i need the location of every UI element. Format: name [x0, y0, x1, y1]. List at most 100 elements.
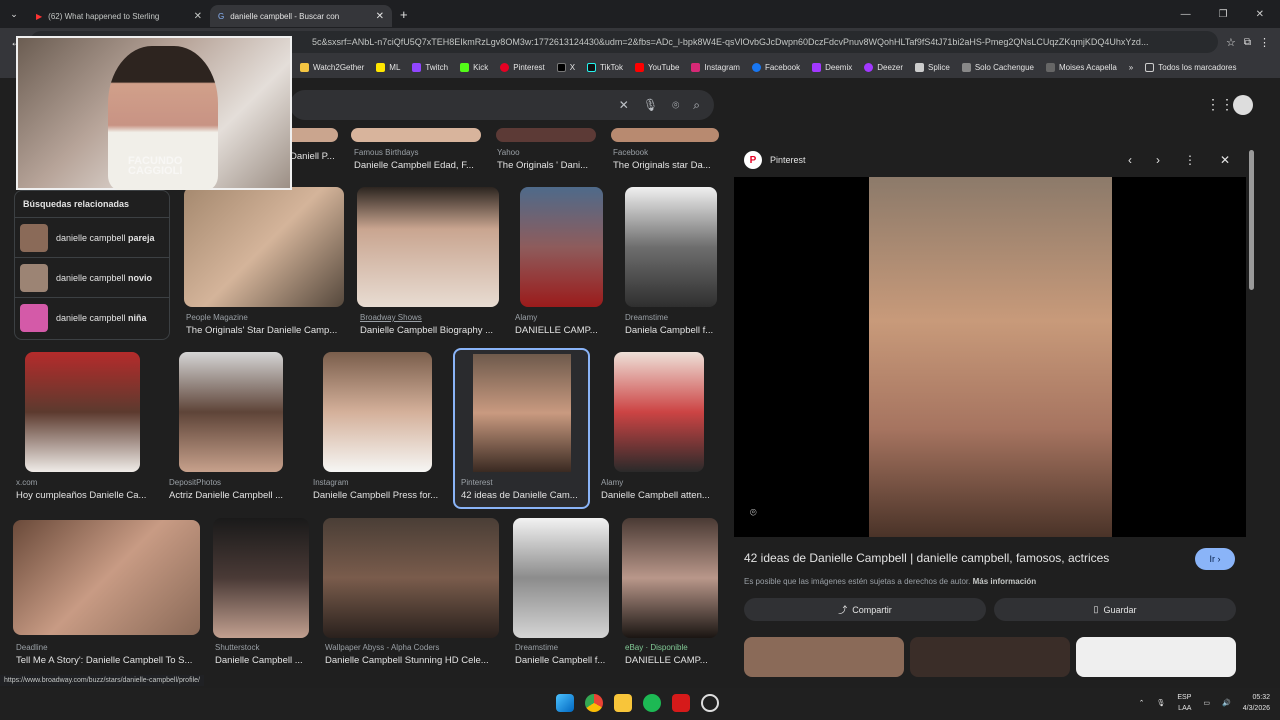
related-image[interactable]	[1076, 637, 1236, 677]
preview-image[interactable]: ⌾	[734, 177, 1246, 537]
result-caption[interactable]: Facebook The Originals star Da...	[613, 148, 711, 171]
result-caption[interactable]: Pinterest 42 ideas de Danielle Cam...	[461, 478, 578, 501]
extensions-icon[interactable]: ⧉	[1244, 37, 1251, 48]
clock[interactable]: 05:32 4/3/2026	[1243, 692, 1270, 714]
close-icon[interactable]: ✕	[376, 11, 384, 22]
result-caption[interactable]: Alamy DANIELLE CAMP...	[515, 313, 598, 336]
result-caption[interactable]: DepositPhotos Actriz Danielle Campbell ..…	[169, 478, 283, 501]
preview-title[interactable]: 42 ideas de Danielle Campbell | danielle…	[744, 551, 1109, 565]
save-button[interactable]: ▯ Guardar	[994, 598, 1236, 621]
previous-icon[interactable]: ‹	[1128, 153, 1132, 167]
scrollbar[interactable]	[1249, 140, 1255, 680]
apps-icon[interactable]: ⋮⋮	[1206, 96, 1234, 113]
file-explorer-icon[interactable]	[614, 694, 632, 712]
bookmark-moises[interactable]: Moises Acapella	[1045, 62, 1117, 72]
bookmark-pinterest[interactable]: Pinterest	[500, 62, 545, 72]
bookmarks-overflow[interactable]: »	[1129, 63, 1133, 72]
result-caption[interactable]: Yahoo The Originals ' Dani...	[497, 148, 588, 171]
related-search-item[interactable]: danielle campbell novio	[15, 257, 169, 297]
result-image[interactable]	[213, 518, 309, 638]
all-bookmarks[interactable]: Todos los marcadores	[1145, 62, 1237, 72]
microphone-icon[interactable]: 🎙	[1157, 699, 1166, 707]
search-icon[interactable]: ⌕	[693, 98, 700, 113]
more-options-icon[interactable]: ⋮	[1184, 153, 1196, 167]
result-image[interactable]	[323, 518, 499, 638]
more-info-link[interactable]: Más información	[973, 577, 1037, 586]
language-indicator[interactable]: ESP LAA	[1177, 692, 1191, 714]
result-caption[interactable]: Wallpaper Abyss - Alpha Coders Danielle C…	[325, 643, 489, 666]
bookmark-x[interactable]: X	[556, 62, 575, 72]
close-window-button[interactable]: ✕	[1256, 9, 1264, 20]
result-caption[interactable]: eBay · Disponible DANIELLE CAMP...	[625, 643, 708, 666]
windows-start-icon[interactable]	[556, 694, 574, 712]
bookmark-tiktok[interactable]: TikTok	[587, 62, 623, 72]
new-tab-button[interactable]: +	[400, 7, 408, 22]
result-caption[interactable]: Instagram Danielle Campbell Press for...	[313, 478, 438, 501]
result-image[interactable]	[520, 187, 603, 307]
mic-icon[interactable]: 🎙	[643, 98, 658, 112]
volume-icon[interactable]: 🔊	[1222, 699, 1231, 707]
lens-icon[interactable]: ⌾	[672, 98, 679, 113]
bookmark-twitch[interactable]: Twitch	[412, 62, 448, 72]
result-image[interactable]	[13, 520, 200, 635]
next-icon[interactable]: ›	[1156, 153, 1160, 167]
search-input[interactable]: ✕ 🎙 ⌾ ⌕	[290, 90, 714, 120]
chevron-up-icon[interactable]: ⌃	[1139, 699, 1145, 707]
visit-button[interactable]: Ir ›	[1195, 548, 1235, 570]
maximize-button[interactable]: ❐	[1219, 9, 1228, 20]
result-image[interactable]	[496, 128, 596, 142]
result-image[interactable]	[351, 128, 481, 142]
bookmark-youtube[interactable]: YouTube	[634, 62, 679, 72]
result-image[interactable]	[625, 187, 717, 307]
bookmark-watch2gether[interactable]: Watch2Gether	[300, 62, 364, 72]
chrome-icon[interactable]	[585, 694, 603, 712]
bookmark-deezer[interactable]: Deezer	[864, 62, 903, 72]
result-caption[interactable]: x.com Hoy cumpleaños Danielle Ca...	[16, 478, 146, 501]
menu-icon[interactable]: ⋮	[1259, 36, 1270, 49]
related-image[interactable]	[910, 637, 1070, 677]
result-caption[interactable]: Dreamstime Daniela Campbell f...	[625, 313, 713, 336]
result-image[interactable]	[513, 518, 609, 638]
bookmark-kick[interactable]: Kick	[460, 62, 488, 72]
bookmark-splice[interactable]: Splice	[915, 62, 950, 72]
related-image[interactable]	[744, 637, 904, 677]
bookmark-instagram[interactable]: Instagram	[691, 62, 740, 72]
bookmark-ml[interactable]: ML	[376, 62, 400, 72]
result-caption[interactable]: Dreamstime Danielle Campbell f...	[515, 643, 605, 666]
related-search-item[interactable]: danielle campbell pareja	[15, 217, 169, 257]
result-image[interactable]	[184, 187, 344, 307]
result-caption[interactable]: Broadway Shows Danielle Campbell Biograph…	[360, 313, 493, 336]
lens-search-icon[interactable]: ⌾	[750, 507, 757, 520]
clear-icon[interactable]: ✕	[619, 98, 629, 112]
app-icon[interactable]	[672, 694, 690, 712]
star-icon[interactable]: ☆	[1226, 36, 1236, 49]
share-button[interactable]: ⤴ Compartir	[744, 598, 986, 621]
result-caption[interactable]: Alamy Danielle Campbell atten...	[601, 478, 710, 501]
result-image[interactable]	[614, 352, 704, 472]
close-icon[interactable]: ✕	[194, 11, 202, 22]
tab-google-search[interactable]: G danielle campbell - Buscar con ✕	[210, 5, 392, 27]
result-image[interactable]	[25, 352, 140, 472]
result-caption[interactable]: People Magazine The Originals' Star Danie…	[186, 313, 337, 336]
network-icon[interactable]: ▭	[1203, 699, 1210, 707]
result-image[interactable]	[357, 187, 499, 307]
bookmark-facebook[interactable]: Facebook	[751, 62, 800, 72]
settings-icon[interactable]	[701, 694, 719, 712]
result-caption[interactable]: Deadline Tell Me A Story': Danielle Campb…	[16, 643, 192, 666]
tab-search-button[interactable]: ⌄	[0, 9, 28, 20]
result-image[interactable]	[622, 518, 718, 638]
bookmark-solo-cachengue[interactable]: Solo Cachengue	[961, 62, 1034, 72]
result-image[interactable]	[323, 352, 432, 472]
result-caption[interactable]: Daniell P...	[290, 148, 335, 162]
result-caption[interactable]: Famous Birthdays Danielle Campbell Edad, …	[354, 148, 474, 171]
close-icon[interactable]: ✕	[1220, 153, 1230, 167]
tab-youtube[interactable]: ▶ (62) What happened to Sterling ✕	[28, 5, 210, 27]
spotify-icon[interactable]	[643, 694, 661, 712]
result-image[interactable]	[611, 128, 719, 142]
result-image[interactable]	[179, 352, 283, 472]
bookmark-deemix[interactable]: Deemix	[812, 62, 852, 72]
avatar[interactable]	[1233, 95, 1253, 115]
minimize-button[interactable]: —	[1181, 9, 1191, 20]
related-search-item[interactable]: danielle campbell niña	[15, 297, 169, 337]
result-caption[interactable]: Shutterstock Danielle Campbell ...	[215, 643, 303, 666]
